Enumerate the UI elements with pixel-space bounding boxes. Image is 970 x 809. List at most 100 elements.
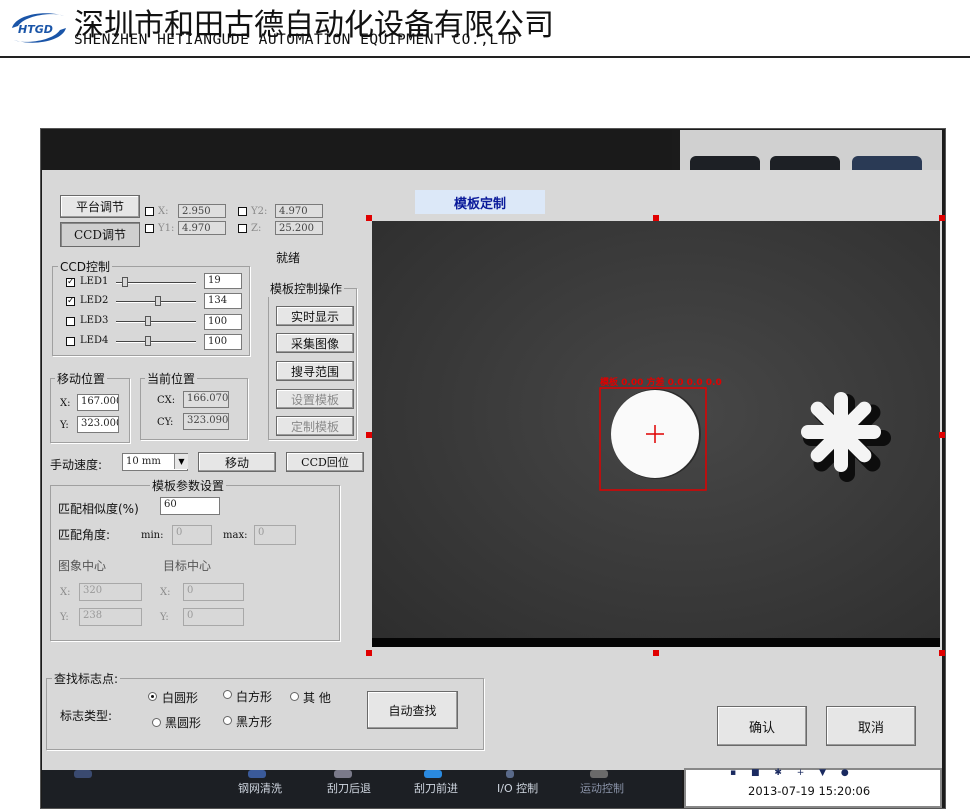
move-y-input[interactable]: 323.000 (77, 416, 119, 433)
io-control-icon[interactable] (506, 770, 514, 778)
header-divider (0, 56, 970, 58)
confirm-button[interactable]: 确认 (717, 706, 807, 746)
ccd-home-button[interactable]: CCD回位 (286, 452, 364, 472)
company-logo: HTGD (12, 13, 66, 43)
taskbar-item-motion-control[interactable]: 运动控制 (580, 780, 624, 796)
image-y-label: Y: (60, 612, 69, 623)
status-text: 就绪 (276, 251, 301, 265)
led3-slider-thumb[interactable] (144, 316, 151, 326)
set-template-button[interactable]: 设置模板 (276, 389, 354, 409)
capture-image-button[interactable]: 采集图像 (276, 333, 354, 353)
cancel-button[interactable]: 取消 (826, 706, 916, 746)
resize-handle-w[interactable] (366, 432, 372, 438)
stencil-clean-icon[interactable] (248, 770, 266, 778)
angle-max-label: max: (223, 530, 248, 541)
led3-value[interactable]: 100 (204, 314, 242, 330)
chevron-down-icon[interactable]: ▼ (174, 454, 188, 469)
radio-black-circle-label: 黑圆形 (165, 716, 202, 730)
search-range-button[interactable]: 搜寻范围 (276, 361, 354, 381)
ccd-adjust-button[interactable]: CCD调节 (60, 222, 140, 247)
find-mark-legend: 查找标志点: (52, 670, 121, 687)
axis-y1-label: Y1: (158, 223, 175, 234)
led1-label: LED1 (80, 276, 109, 287)
camera-view[interactable]: 模板 0.00 方差 0.0 0.0 0.0 (369, 218, 943, 654)
target-center-label: 目标中心 (163, 559, 212, 573)
resize-handle-nw[interactable] (366, 215, 372, 221)
radio-other-label: 其 他 (303, 691, 331, 705)
dialog-title: 模板定制 (415, 190, 545, 214)
template-params-legend: 模板参数设置 (150, 477, 227, 494)
motion-control-icon[interactable] (590, 770, 608, 778)
taskbar-item-stencil-clean[interactable]: 钢网清洗 (238, 780, 282, 796)
led2-slider-thumb[interactable] (155, 296, 162, 306)
led2-checkbox[interactable]: ✓ (66, 297, 75, 306)
current-position-group (140, 378, 248, 440)
resize-handle-ne[interactable] (939, 215, 945, 221)
axis-y2-label: Y2: (251, 206, 268, 217)
led4-slider-thumb[interactable] (144, 336, 151, 346)
radio-other[interactable] (290, 692, 299, 701)
led4-value[interactable]: 100 (204, 334, 242, 350)
axis-x-checkbox[interactable] (145, 207, 154, 216)
led2-value[interactable]: 134 (204, 293, 242, 309)
angle-max-input[interactable]: 0 (254, 525, 296, 545)
angle-min-input[interactable]: 0 (172, 525, 212, 545)
squeegee-forward-icon[interactable] (424, 770, 442, 778)
led1-value[interactable]: 19 (204, 273, 242, 289)
resize-handle-e[interactable] (939, 432, 945, 438)
radio-white-square[interactable] (223, 690, 232, 699)
manual-speed-label: 手动速度: (50, 458, 103, 472)
live-display-button[interactable]: 实时显示 (276, 306, 354, 326)
company-name-en: SHENZHEN HETIANGUDE AUTOMATION EQUIPMENT… (74, 32, 518, 48)
led3-slider-track[interactable] (116, 321, 196, 323)
radio-white-circle-label: 白圆形 (162, 691, 199, 705)
taskbar-item-squeegee-back[interactable]: 刮刀后退 (327, 780, 371, 796)
camera-bottom-bar (372, 638, 940, 647)
angle-min-label: min: (141, 530, 164, 541)
radio-black-square-label: 黑方形 (236, 715, 273, 729)
led4-slider-track[interactable] (116, 341, 196, 343)
mark-type-label: 标志类型: (60, 709, 113, 723)
image-x-value: 320 (79, 583, 142, 601)
radio-black-circle[interactable] (152, 718, 161, 727)
move-position-legend: 移动位置 (55, 370, 108, 387)
squeegee-back-icon[interactable] (334, 770, 352, 778)
move-x-input[interactable]: 167.000 (77, 394, 119, 411)
similarity-input[interactable]: 60 (160, 497, 220, 515)
move-y-label: Y: (60, 420, 69, 431)
led1-slider-thumb[interactable] (121, 277, 128, 287)
resize-handle-sw[interactable] (366, 650, 372, 656)
taskbar-item-squeegee-forward[interactable]: 刮刀前进 (414, 780, 458, 796)
radio-white-circle[interactable] (148, 692, 157, 701)
led1-slider-track[interactable] (116, 282, 196, 284)
resize-handle-n[interactable] (653, 215, 659, 221)
led3-checkbox[interactable] (66, 317, 75, 326)
axis-z-checkbox[interactable] (238, 224, 247, 233)
axis-y2-value: 4.970 (275, 204, 323, 218)
current-cy-value: 323.090 (183, 413, 229, 430)
platform-adjust-button[interactable]: 平台调节 (60, 195, 140, 218)
image-x-label: X: (60, 587, 71, 598)
logo-text: HTGD (18, 23, 53, 36)
led2-label: LED2 (80, 295, 109, 306)
radio-black-square[interactable] (223, 716, 232, 725)
custom-template-button[interactable]: 定制模板 (276, 416, 354, 436)
roi-overlay-text: 模板 0.00 方差 0.0 0.0 0.0 (600, 376, 722, 388)
axis-y2-checkbox[interactable] (238, 207, 247, 216)
move-x-label: X: (60, 398, 71, 409)
current-cx-label: CX: (157, 395, 176, 406)
taskbar-item-io-control[interactable]: I/O 控制 (497, 780, 538, 796)
target-y-value: 0 (183, 608, 244, 626)
resize-handle-s[interactable] (653, 650, 659, 656)
target-x-label: X: (160, 587, 171, 598)
template-ops-legend: 模板控制操作 (268, 280, 345, 297)
led4-checkbox[interactable] (66, 337, 75, 346)
auto-find-button[interactable]: 自动查找 (367, 691, 458, 729)
axis-y1-checkbox[interactable] (145, 224, 154, 233)
taskbar-icon[interactable] (74, 770, 92, 778)
angle-label: 匹配角度: (58, 528, 111, 542)
top-toolbar (42, 130, 672, 170)
move-button[interactable]: 移动 (198, 452, 276, 472)
led1-checkbox[interactable]: ✓ (66, 278, 75, 287)
resize-handle-se[interactable] (939, 650, 945, 656)
